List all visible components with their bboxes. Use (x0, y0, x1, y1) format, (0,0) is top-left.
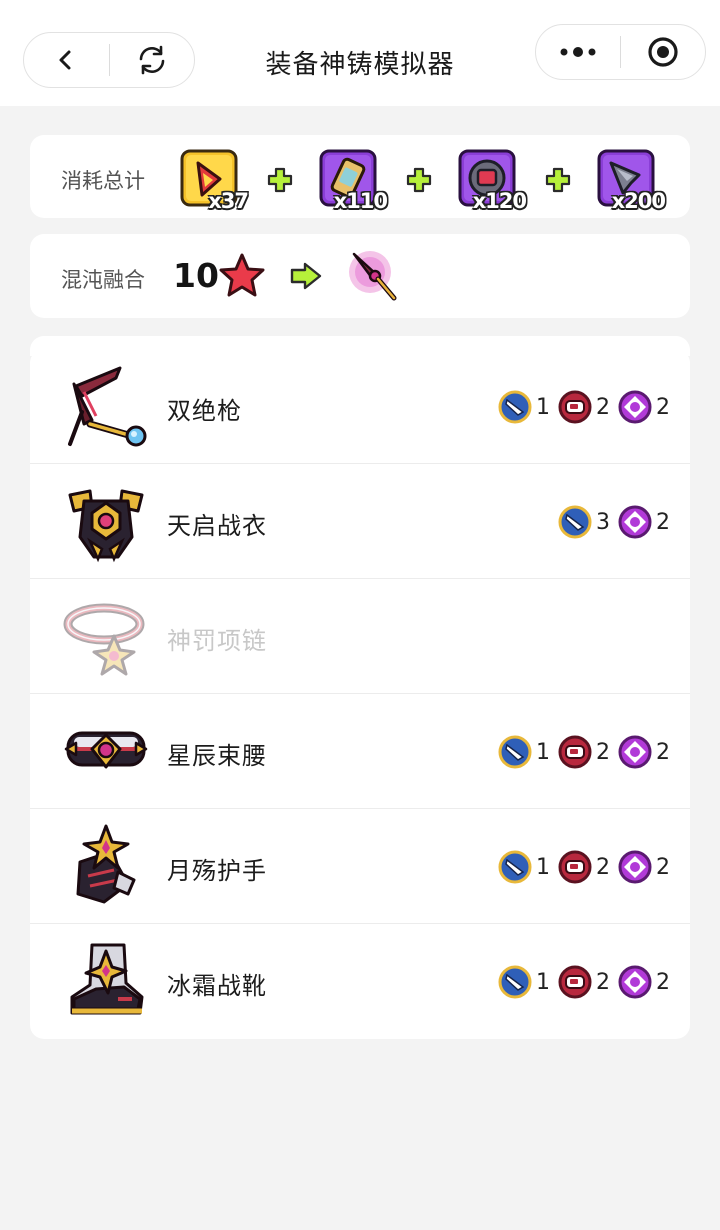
badge-count: 2 (656, 739, 670, 765)
chaos-weapon-icon (349, 251, 397, 301)
red-ring-badge: 2 (558, 735, 610, 769)
fusion-count: 10 (173, 256, 219, 295)
boots-icon (70, 943, 144, 1015)
red-ring-icon (558, 850, 592, 884)
arrow-right-icon (290, 262, 322, 290)
material-item: x37 (180, 149, 249, 213)
purple-gem-icon (618, 850, 652, 884)
purple-gem-icon (618, 735, 652, 769)
red-ring-icon (558, 735, 592, 769)
blue-blade-badge: 1 (498, 735, 550, 769)
plus-icon (406, 167, 432, 193)
badge-count: 1 (536, 969, 550, 995)
badge-group: 3 2 (550, 504, 670, 540)
material-item: x120 (458, 149, 527, 213)
equipment-name: 星辰束腰 (167, 742, 267, 770)
more-button[interactable] (536, 24, 620, 80)
badge-group: 1 2 2 (490, 849, 670, 885)
badge-count: 2 (596, 739, 610, 765)
cost-label: 消耗总计 (61, 169, 145, 193)
badge-count: 2 (656, 969, 670, 995)
nav-capsule-left (23, 32, 195, 88)
red-ring-badge: 2 (558, 850, 610, 884)
blue-blade-badge: 3 (558, 505, 610, 539)
equipment-row[interactable]: 天启战衣 3 2 (30, 464, 690, 579)
chaos-fusion-card: 混沌融合 10 (30, 234, 690, 318)
blue-blade-icon (498, 390, 532, 424)
purple-gem-icon (618, 505, 652, 539)
more-dots-icon (560, 47, 596, 57)
blue-blade-icon (498, 735, 532, 769)
red-ring-badge: 2 (558, 965, 610, 999)
back-button[interactable] (24, 32, 109, 88)
spear-icon (68, 366, 147, 447)
badge-group: 1 2 2 (490, 389, 670, 425)
target-circle-icon (648, 37, 678, 67)
badge-count: 2 (596, 854, 610, 880)
blue-blade-icon (498, 965, 532, 999)
equipment-row[interactable]: 月殇护手 1 2 2 (30, 809, 690, 924)
plus-icon (545, 167, 571, 193)
purple-gem-badge: 2 (618, 505, 670, 539)
red-ring-icon (558, 390, 592, 424)
equipment-row[interactable]: 星辰束腰 1 2 2 (30, 694, 690, 809)
nav-capsule-right (535, 24, 706, 80)
material-count: x37 (208, 189, 249, 213)
badge-count: 1 (536, 739, 550, 765)
material-count: x200 (611, 189, 666, 213)
red-ring-icon (558, 965, 592, 999)
badge-count: 2 (656, 509, 670, 535)
badge-count: 2 (596, 394, 610, 420)
badge-count: 1 (536, 394, 550, 420)
purple-gem-icon (618, 390, 652, 424)
badge-count: 3 (596, 509, 610, 535)
blue-blade-icon (558, 505, 592, 539)
red-ring-badge: 2 (558, 390, 610, 424)
refresh-button[interactable] (110, 32, 195, 88)
equipment-list: 双绝枪 1 2 2 天启战衣 3 2 神罚项链 星辰束腰 1 2 2 月殇护手 … (30, 349, 690, 1039)
plus-icon (267, 167, 293, 193)
armor-icon (68, 489, 144, 563)
material-count: x110 (333, 189, 388, 213)
necklace-icon (63, 603, 145, 676)
refresh-icon (139, 45, 165, 75)
blue-blade-badge: 1 (498, 850, 550, 884)
blue-blade-badge: 1 (498, 390, 550, 424)
equipment-name: 双绝枪 (167, 397, 242, 425)
page-title: 装备神铸模拟器 (265, 50, 455, 80)
equipment-name: 天启战衣 (167, 512, 267, 540)
red-star-icon (219, 253, 265, 297)
blue-blade-icon (498, 850, 532, 884)
equipment-name: 冰霜战靴 (167, 972, 267, 1000)
purple-gem-badge: 2 (618, 965, 670, 999)
nav-bar: 装备神铸模拟器 (0, 0, 720, 106)
material-item: x200 (597, 149, 666, 213)
cost-summary-card: 消耗总计 x37 x110 x120 x200 (30, 135, 690, 218)
equipment-row[interactable]: 冰霜战靴 1 2 2 (30, 924, 690, 1039)
belt-icon (64, 731, 148, 769)
material-item: x110 (319, 149, 388, 213)
badge-count: 2 (656, 394, 670, 420)
equipment-name: 神罚项链 (167, 627, 267, 655)
badge-count: 2 (596, 969, 610, 995)
chevron-left-icon (59, 50, 71, 70)
equipment-name: 月殇护手 (167, 857, 267, 885)
badge-count: 1 (536, 854, 550, 880)
badge-count: 2 (656, 854, 670, 880)
blue-blade-badge: 1 (498, 965, 550, 999)
purple-gem-badge: 2 (618, 390, 670, 424)
purple-gem-badge: 2 (618, 850, 670, 884)
equipment-row[interactable]: 神罚项链 (30, 579, 690, 694)
purple-gem-badge: 2 (618, 735, 670, 769)
badge-group: 1 2 2 (490, 964, 670, 1000)
equipment-row[interactable]: 双绝枪 1 2 2 (30, 349, 690, 464)
fusion-label: 混沌融合 (61, 268, 145, 292)
material-count: x120 (472, 189, 527, 213)
gauntlet-icon (76, 824, 136, 904)
purple-gem-icon (618, 965, 652, 999)
close-miniprogram-button[interactable] (621, 24, 705, 80)
badge-group: 1 2 2 (490, 734, 670, 770)
